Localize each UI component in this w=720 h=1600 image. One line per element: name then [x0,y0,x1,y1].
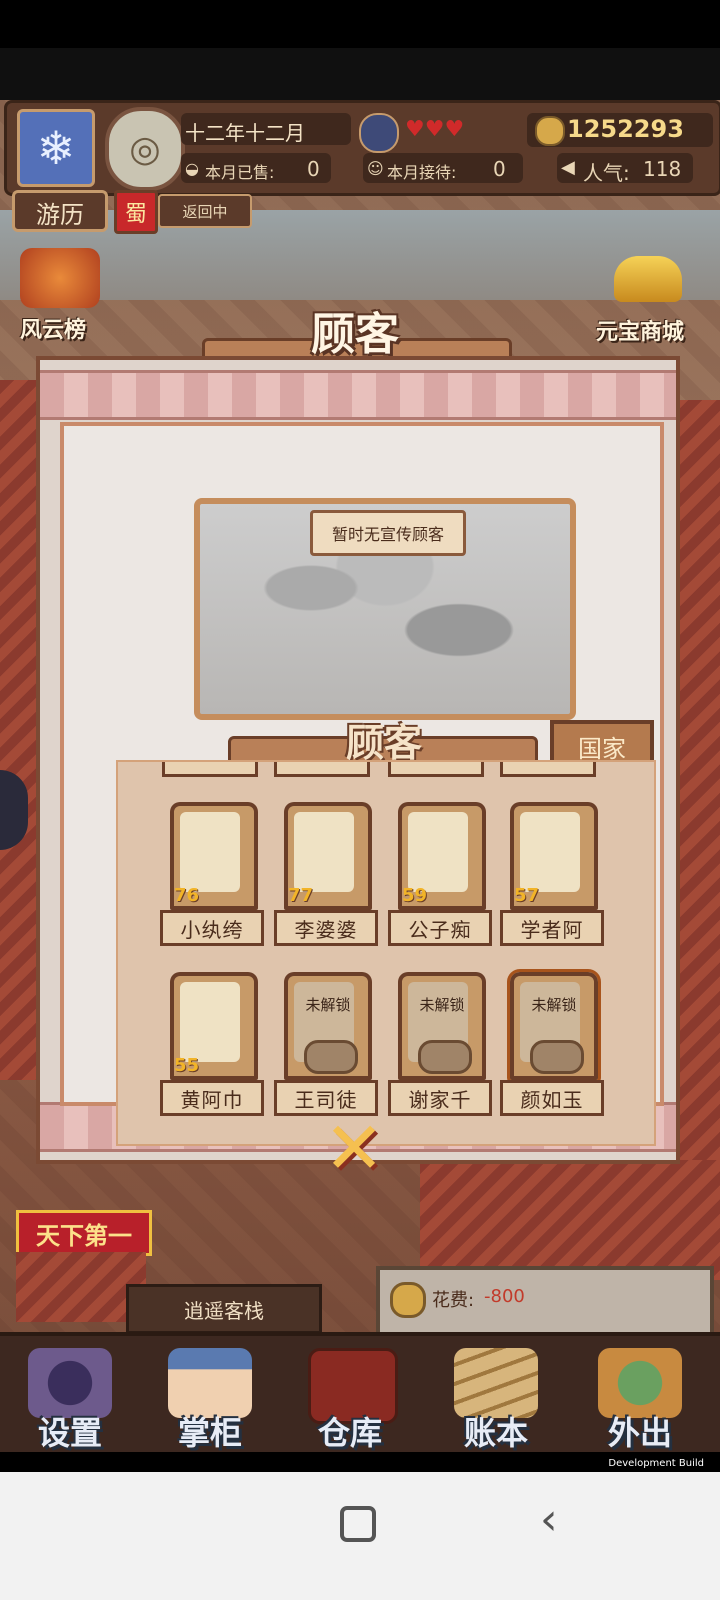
warehouse-label: 仓库 [317,1414,382,1452]
hearts: ♥♥♥ [405,117,465,142]
lock-icon [418,1040,472,1074]
customer-portrait [180,812,240,892]
street-area [0,210,720,300]
customer-portrait [520,812,580,892]
date-text: 十二年十二月 [185,121,305,145]
lower-right-roof [420,1160,720,1280]
customer-level: 57 [514,885,540,906]
compass-icon[interactable]: ◎ [105,107,185,191]
customer-card[interactable]: 57 [510,802,598,910]
lock-icon [304,1040,358,1074]
ledger-label: 账本 [463,1414,528,1452]
customer-portrait [180,982,240,1062]
top-hud: ❄ ◎ 十二年十二月 ♥♥♥ 1252293 ◒ 本月已售: 0 ☺ 本月接待:… [4,100,720,196]
bottom-menu: 设置 掌柜 仓库 账本 外出 [0,1332,720,1456]
customer-name: 小纨绔 [160,910,264,946]
coin-icon [390,1282,426,1318]
section-title: 顾客 [345,721,422,765]
outing-button[interactable]: 外出 [580,1344,700,1454]
dev-build-label: Development Build [608,1458,704,1469]
customer-level: 76 [174,885,200,906]
back-chevron-icon[interactable]: ‹ [540,1494,558,1545]
travel-label: 游历 [36,201,84,229]
travel-tab[interactable]: 游历 [12,190,108,232]
home-square-icon[interactable] [340,1506,376,1542]
customer-name: 李婆婆 [274,910,378,946]
cost-box: 花费: -800 [376,1266,714,1338]
shop-label[interactable]: 元宝商城 [596,314,684,346]
status-bar [0,0,720,48]
flag-icon[interactable] [20,248,100,308]
locked-text: 未解锁 [419,996,465,1014]
served-label: 本月接待: [387,163,457,182]
customer-card[interactable]: 55 [170,972,258,1080]
top-black-band [0,48,720,100]
coin-icon [535,116,565,146]
inn-name: 逍遥客栈 [126,1284,322,1334]
customer-grid[interactable]: 76 小纨绔 77 李婆婆 59 公子痴 57 学者阿 55 黄阿巾 未解锁 王… [116,760,656,1146]
avatar[interactable] [359,113,399,153]
travel-status: 返回中 [158,194,252,228]
customer-portrait [294,812,354,892]
snowflake-icon[interactable]: ❄ [17,109,95,187]
scrolled-nameplate [274,762,370,777]
bowl-icon: ◒ [185,159,199,178]
outing-label: 外出 [607,1414,672,1452]
customer-level: 55 [174,1055,200,1076]
top-pattern-band [40,370,676,420]
cost-label: 花费: [432,1290,475,1311]
locked-customer-card[interactable]: 未解锁 [284,972,372,1080]
modal-inner-frame: 暂时无宣传顾客 顾客 国家 76 小纨绔 77 李婆婆 59 公子痴 57 学者… [60,422,664,1146]
scrolled-nameplate [388,762,484,777]
top-rank-badge: 天下第一 [16,1210,152,1256]
cost-value: -800 [484,1286,525,1307]
gold-ingot-icon[interactable] [614,256,682,302]
lock-icon [530,1040,584,1074]
customer-level: 77 [288,885,314,906]
close-icon[interactable]: ✕ [318,1106,390,1190]
customer-name: 黄阿巾 [160,1080,264,1116]
customer-name: 学者阿 [500,910,604,946]
sold-label: 本月已售: [205,163,275,182]
locked-customer-card[interactable]: 未解锁 [507,969,601,1083]
megaphone-icon: ◀ [561,157,575,178]
customer-card[interactable]: 77 [284,802,372,910]
customer-portrait [408,812,468,892]
warehouse-button[interactable]: 仓库 [290,1344,410,1454]
system-nav-bar: ‹ [0,1472,720,1600]
region-badge[interactable]: 蜀 [114,190,158,234]
customer-level: 59 [402,885,428,906]
customer-name: 颜如玉 [500,1080,604,1116]
promo-label: 暂时无宣传顾客 [310,510,466,556]
sold-value: 0 [307,157,320,181]
scrolled-nameplate [500,762,596,777]
popularity-value: 118 [643,157,682,181]
shopkeeper-label: 掌柜 [177,1414,242,1452]
customer-card[interactable]: 76 [170,802,258,910]
customer-modal: 暂时无宣传顾客 顾客 国家 76 小纨绔 77 李婆婆 59 公子痴 57 学者… [36,356,680,1164]
popularity-label: 人气: [583,161,630,185]
locked-text: 未解锁 [531,996,577,1014]
ranking-label[interactable]: 风云榜 [20,312,86,344]
locked-text: 未解锁 [305,996,351,1014]
scrolled-nameplate [162,762,258,777]
coins-value: 1252293 [567,115,684,143]
settings-label: 设置 [37,1414,102,1452]
ledger-button[interactable]: 账本 [436,1344,556,1454]
settings-button[interactable]: 设置 [10,1344,130,1454]
customer-name: 公子痴 [388,910,492,946]
customer-card[interactable]: 59 [398,802,486,910]
customer-name: 谢家千 [388,1080,492,1116]
promo-panel: 暂时无宣传顾客 [194,498,576,720]
locked-customer-card[interactable]: 未解锁 [398,972,486,1080]
customer-icon: ☺ [367,159,384,178]
shopkeeper-button[interactable]: 掌柜 [150,1344,270,1454]
served-value: 0 [493,157,506,181]
modal-title: 顾客 [311,309,399,360]
